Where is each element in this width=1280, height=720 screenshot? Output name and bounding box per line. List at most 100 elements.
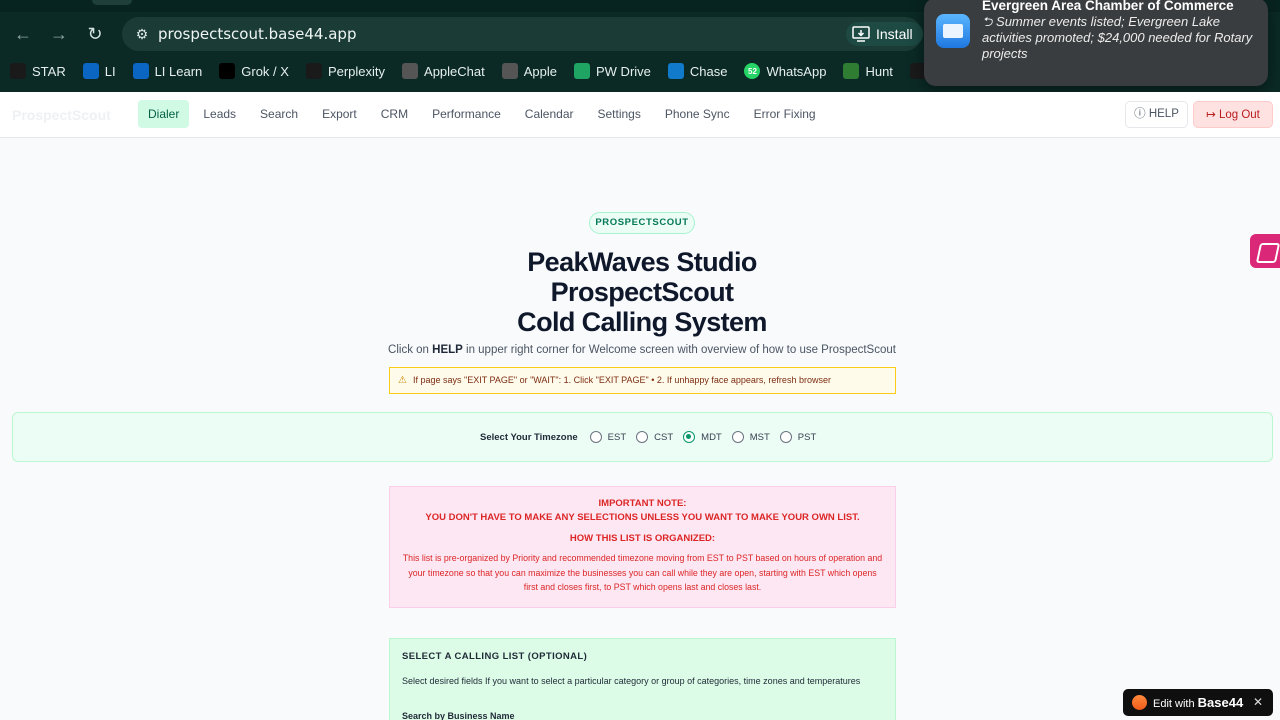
x-icon [219,63,236,79]
radio-button[interactable] [731,431,744,443]
timezone-option-cst[interactable]: CST [636,431,673,443]
bookmark-label: STAR [32,63,66,79]
timezone-option-est[interactable]: EST [589,431,627,443]
note-line: YOU DON'T HAVE TO MAKE ANY SELECTIONS UN… [425,512,860,523]
subtitle-post: in upper right corner for Welcome screen… [462,344,896,356]
page-title: PeakWaves Studio ProspectScout Cold Call… [340,247,944,337]
bookmark-item[interactable]: LI [82,63,116,79]
timezone-option-label: EST [607,431,627,443]
note-org-heading: HOW THIS LIST IS ORGANIZED: [569,533,716,544]
close-icon[interactable]: ✕ [1253,689,1263,716]
bookmark-item[interactable]: STAR [10,63,66,79]
nav-performance[interactable]: Performance [422,100,511,128]
bookmark-item[interactable]: Grok / X [219,63,289,79]
apple-icon [402,63,419,79]
title-line-3: Cold Calling System [517,307,767,337]
hunt-icon [843,63,860,79]
warning-icon: ⚠ [398,375,407,386]
chase-icon [667,63,684,79]
note-heading: IMPORTANT NOTE: [598,498,687,509]
bookmark-label: WhatsApp [766,63,827,79]
nav-export[interactable]: Export [312,100,367,128]
search-business-label: Search by Business Name [402,711,515,720]
important-note: IMPORTANT NOTE: YOU DON'T HAVE TO MAKE A… [389,486,896,608]
main-nav: Dialer Leads Search Export CRM Performance Cal… [138,100,830,128]
bookmark-item[interactable]: Apple [501,63,557,79]
nav-phone-sync[interactable]: Phone Sync [655,100,740,128]
bookmark-item[interactable]: LI Learn [132,63,203,79]
title-line-1: PeakWaves Studio [527,247,757,277]
timezone-label: Select Your Timezone [480,431,578,443]
bookmark-label: Chase [689,63,728,79]
bookmark-label: PW Drive [596,63,651,79]
active-tab[interactable] [92,0,132,5]
radio-button[interactable] [636,431,649,443]
subtitle-pre: Click on [388,344,433,356]
logout-label: Log Out [1218,109,1260,121]
nav-leads[interactable]: Leads [193,100,246,128]
app-badge: PROSPECTSCOUT [589,212,695,234]
bookmark-label: Grok / X [241,63,289,79]
timezone-option-pst[interactable]: PST [779,431,816,443]
calling-list-title: SELECT A CALLING LIST (OPTIONAL) [402,651,588,662]
side-widget-icon[interactable] [1250,234,1280,268]
url-text[interactable]: prospectscout.base44.app [158,25,356,43]
help-icon: ⓘ [1134,108,1146,120]
bookmark-label: AppleChat [424,63,485,79]
calling-list-description: Select desired fields If you want to sel… [402,676,861,686]
page-subtitle: Click on HELP in upper right corner for … [340,344,944,356]
install-label: Install [876,26,913,42]
bookmark-item[interactable]: 52 WhatsApp [744,63,826,79]
timezone-option-label: MST [749,431,770,443]
nav-dialer[interactable]: Dialer [138,100,190,128]
warning-text: If page says "EXIT PAGE" or "WAIT": 1. C… [412,375,831,385]
bookmark-label: LI [104,63,116,79]
radio-button[interactable] [589,431,602,443]
timezone-option-label: MDT [701,431,722,443]
bookmark-label: Perplexity [327,63,386,79]
perplexity-icon [305,63,322,79]
base44-logo-icon [1132,695,1147,710]
back-icon[interactable]: ← [11,22,35,46]
base44-text: Edit with Base44 [1153,689,1243,718]
timezone-card: Select Your Timezone EST CST MDT MST PST [12,412,1273,462]
calling-list-panel: SELECT A CALLING LIST (OPTIONAL) Select … [389,638,896,720]
warning-banner: ⚠ If page says "EXIT PAGE" or "WAIT": 1. … [389,367,896,394]
edit-with-base44-button[interactable]: Edit with Base44 ✕ [1123,689,1273,716]
radio-button[interactable] [683,431,696,443]
mail-notification[interactable]: Evergreen Area Chamber of Commerce ⮌ Sum… [924,0,1268,86]
base44-brand: Base44 [1197,695,1244,710]
bookmark-label: LI Learn [154,63,203,79]
apple-icon [501,63,518,79]
base44-edit-label: Edit with [1153,698,1195,710]
logout-button[interactable]: ↦ Log Out [1193,101,1273,128]
google-drive-icon [574,63,590,79]
reload-icon[interactable]: ↻ [83,22,107,46]
nav-crm[interactable]: CRM [371,100,418,128]
note-org-body: This list is pre-organized by Priority a… [402,553,883,592]
timezone-option-mst[interactable]: MST [731,431,770,443]
linkedin-learning-icon [132,63,149,79]
nav-error-fixing[interactable]: Error Fixing [744,100,826,128]
install-button[interactable]: Install [846,22,923,46]
app-logo[interactable]: ProspectScout [12,107,111,123]
bookmark-item[interactable]: Chase [667,63,728,79]
timezone-option-mdt[interactable]: MDT [683,431,722,443]
radio-button[interactable] [779,431,792,443]
install-icon [852,26,870,42]
bookmark-item[interactable]: AppleChat [402,63,485,79]
site-settings-icon[interactable]: ⚙ [130,22,154,46]
help-button[interactable]: ⓘ HELP [1125,101,1188,128]
star-icon [10,63,26,79]
bookmark-item[interactable]: Perplexity [305,63,386,79]
forward-icon[interactable]: → [47,22,71,46]
address-bar[interactable]: ⚙ prospectscout.base44.app [122,17,922,51]
logout-icon: ↦ [1206,109,1216,121]
nav-calendar[interactable]: Calendar [515,100,584,128]
bookmark-label: Hunt [865,63,893,79]
nav-search[interactable]: Search [250,100,308,128]
bookmark-item[interactable]: PW Drive [574,63,651,79]
bookmark-label: Apple [523,63,557,79]
nav-settings[interactable]: Settings [588,100,651,128]
bookmark-item[interactable]: Hunt [843,63,893,79]
